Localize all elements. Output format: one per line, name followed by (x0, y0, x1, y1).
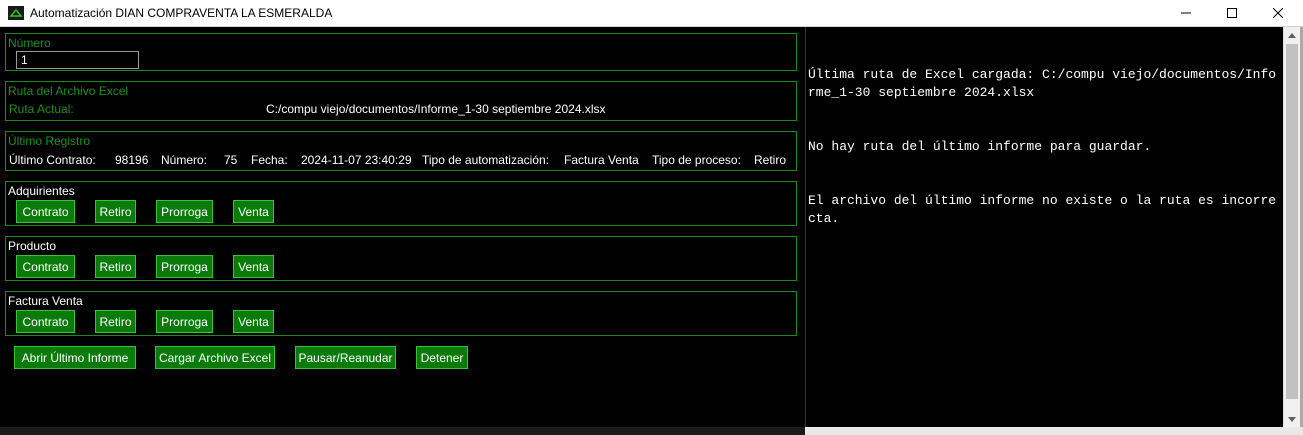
console-line: No hay ruta del último informe para guar… (808, 139, 1152, 154)
factura-retiro-button[interactable]: Retiro (95, 310, 136, 333)
ruta-actual-value: C:/compu viejo/documentos/Informe_1-30 s… (266, 102, 606, 116)
scroll-down-button[interactable] (1284, 411, 1300, 427)
section-factura-venta: Factura Venta Contrato Retiro Prorroga V… (5, 291, 797, 336)
section-label: Adquirientes (8, 184, 75, 198)
section-label: Factura Venta (8, 294, 83, 308)
scroll-up-button[interactable] (1284, 27, 1300, 43)
maximize-button[interactable] (1209, 0, 1255, 26)
numero-group: Número (5, 33, 797, 71)
registro-group-label: Último Registro (8, 134, 91, 148)
minimize-icon (1181, 12, 1191, 14)
factura-venta-button[interactable]: Venta (233, 310, 274, 333)
producto-contrato-button[interactable]: Contrato (16, 255, 75, 278)
contrato-value: 98196 (115, 153, 149, 167)
adquirientes-venta-button[interactable]: Venta (233, 200, 274, 223)
ruta-actual-label: Ruta Actual: (9, 102, 74, 116)
close-icon (1273, 8, 1283, 18)
background-strip (0, 427, 1303, 435)
section-producto: Producto Contrato Retiro Prorroga Venta (5, 236, 797, 281)
registro-group: Último Registro Último Contrato: 98196 N… (5, 131, 797, 171)
abrir-ultimo-informe-button[interactable]: Abrir Último Informe (14, 346, 136, 369)
numero-reg-label: Número: (161, 153, 208, 167)
numero-reg-value: 75 (224, 153, 238, 167)
adquirientes-retiro-button[interactable]: Retiro (95, 200, 136, 223)
adquirientes-prorroga-button[interactable]: Prorroga (156, 200, 213, 223)
fecha-value: 2024-11-07 23:40:29 (301, 153, 412, 167)
console-scrollbar[interactable] (1283, 27, 1300, 427)
detener-button[interactable]: Detener (416, 346, 468, 369)
producto-venta-button[interactable]: Venta (233, 255, 274, 278)
scroll-thumb[interactable] (1286, 44, 1298, 399)
numero-label: Número (8, 36, 51, 50)
tipo-auto-value: Factura Venta (564, 153, 639, 167)
section-adquirientes: Adquirientes Contrato Retiro Prorroga Ve… (5, 181, 797, 226)
console-line: El archivo del último informe no existe … (808, 193, 1277, 226)
tipo-proc-label: Tipo de proceso: (652, 153, 741, 167)
cargar-archivo-excel-button[interactable]: Cargar Archivo Excel (155, 346, 275, 369)
window-title: Automatización DIAN COMPRAVENTA LA ESMER… (30, 6, 333, 20)
producto-prorroga-button[interactable]: Prorroga (156, 255, 213, 278)
fecha-label: Fecha: (251, 153, 288, 167)
console-line: Última ruta de Excel cargada: C:/compu v… (808, 67, 1277, 100)
factura-prorroga-button[interactable]: Prorroga (156, 310, 213, 333)
control-panel: Número Ruta del Archivo Excel Ruta Actua… (0, 27, 805, 435)
ruta-group: Ruta del Archivo Excel Ruta Actual: C:/c… (5, 81, 797, 121)
minimize-button[interactable] (1163, 0, 1209, 26)
chevron-down-icon (1288, 416, 1296, 422)
numero-input[interactable] (16, 51, 139, 69)
background-strip-right (805, 427, 1303, 435)
tipo-proc-value: Retiro (754, 153, 787, 167)
chevron-up-icon (1288, 32, 1296, 38)
console-log[interactable]: Última ruta de Excel cargada: C:/compu v… (805, 27, 1283, 427)
pausar-reanudar-button[interactable]: Pausar/Reanudar (295, 346, 396, 369)
app-icon (8, 6, 24, 20)
factura-contrato-button[interactable]: Contrato (16, 310, 75, 333)
tipo-auto-label: Tipo de automatización: (422, 153, 549, 167)
close-button[interactable] (1255, 0, 1301, 26)
title-bar: Automatización DIAN COMPRAVENTA LA ESMER… (0, 0, 1303, 27)
adquirientes-contrato-button[interactable]: Contrato (16, 200, 75, 223)
producto-retiro-button[interactable]: Retiro (95, 255, 136, 278)
contrato-label: Último Contrato: (9, 153, 96, 167)
section-label: Producto (8, 239, 57, 253)
maximize-icon (1227, 8, 1237, 18)
ruta-group-label: Ruta del Archivo Excel (8, 84, 129, 98)
